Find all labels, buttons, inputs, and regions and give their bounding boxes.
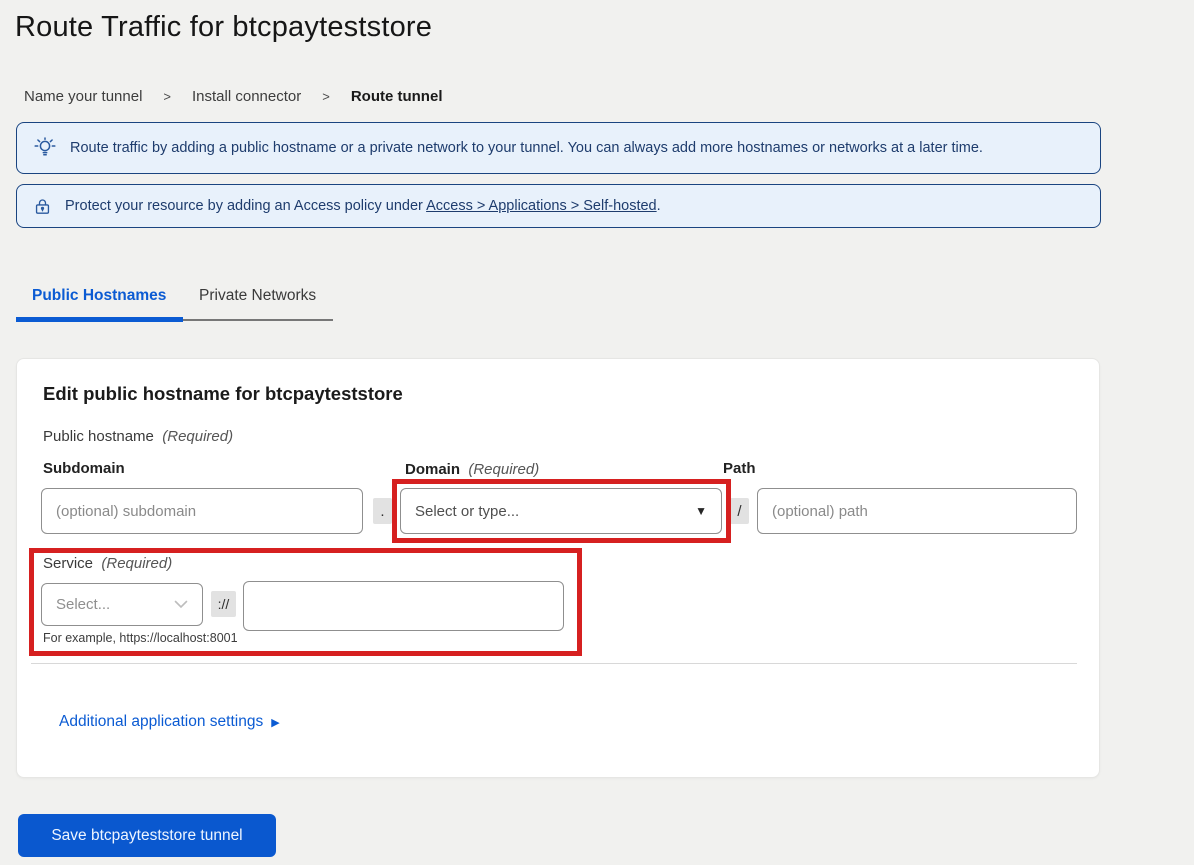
subdomain-label: Subdomain	[43, 460, 125, 477]
required-note: (Required)	[162, 428, 233, 445]
breadcrumb-name-your-tunnel[interactable]: Name your tunnel	[24, 88, 142, 105]
breadcrumb-separator: >	[163, 89, 171, 104]
access-banner-text-prefix: Protect your resource by adding an Acces…	[65, 198, 426, 214]
domain-select[interactable]: Select or type... ▼	[400, 488, 722, 534]
tip-banner-text: Route traffic by adding a public hostnam…	[70, 140, 983, 156]
chevron-down-icon	[174, 596, 188, 614]
access-banner-text-suffix: .	[657, 198, 661, 214]
breadcrumb-install-connector[interactable]: Install connector	[192, 88, 301, 105]
tab-private-networks[interactable]: Private Networks	[199, 287, 316, 305]
caret-right-icon: ▶	[271, 716, 279, 729]
page-title: Route Traffic for btcpayteststore	[15, 11, 432, 44]
service-label-text: Service	[43, 555, 93, 572]
tab-bar-divider	[183, 319, 333, 321]
lightbulb-icon	[33, 136, 57, 160]
service-type-select-value: Select...	[56, 596, 110, 613]
breadcrumb-route-tunnel: Route tunnel	[351, 88, 443, 105]
service-url-input[interactable]	[243, 581, 564, 631]
slash-separator: /	[730, 498, 749, 524]
breadcrumb-separator: >	[322, 89, 330, 104]
active-tab-indicator	[16, 317, 183, 322]
tip-banner: Route traffic by adding a public hostnam…	[16, 122, 1101, 174]
card-heading: Edit public hostname for btcpayteststore	[43, 383, 403, 405]
breadcrumb: Name your tunnel > Install connector > R…	[24, 88, 442, 105]
public-hostname-label-text: Public hostname	[43, 428, 154, 445]
scheme-separator: ://	[211, 591, 236, 617]
path-label: Path	[723, 460, 756, 477]
required-note: (Required)	[468, 461, 539, 478]
access-banner-text: Protect your resource by adding an Acces…	[65, 198, 661, 214]
save-tunnel-button[interactable]: Save btcpayteststore tunnel	[18, 814, 276, 857]
route-traffic-page: Route Traffic for btcpayteststore Name y…	[0, 0, 1194, 865]
domain-select-value: Select or type...	[415, 503, 519, 520]
tab-public-hostnames[interactable]: Public Hostnames	[32, 287, 166, 305]
card-divider	[31, 663, 1077, 664]
path-input[interactable]	[757, 488, 1077, 534]
required-note: (Required)	[101, 555, 172, 572]
service-label: Service (Required)	[43, 555, 172, 572]
domain-label: Domain (Required)	[405, 461, 539, 478]
public-hostname-label: Public hostname (Required)	[43, 428, 233, 445]
domain-label-text: Domain	[405, 461, 460, 478]
additional-settings-link-text: Additional application settings	[59, 713, 263, 731]
lock-icon	[33, 197, 52, 216]
chevron-down-icon: ▼	[695, 504, 707, 518]
additional-settings-link[interactable]: Additional application settings ▶	[59, 713, 280, 731]
service-helper-text: For example, https://localhost:8001	[43, 631, 238, 645]
edit-hostname-card: Edit public hostname for btcpayteststore…	[16, 358, 1100, 778]
service-type-select[interactable]: Select...	[41, 583, 203, 626]
access-banner: Protect your resource by adding an Acces…	[16, 184, 1101, 228]
dot-separator: .	[373, 498, 392, 524]
access-applications-link[interactable]: Access > Applications > Self-hosted	[426, 198, 657, 214]
subdomain-input[interactable]	[41, 488, 363, 534]
